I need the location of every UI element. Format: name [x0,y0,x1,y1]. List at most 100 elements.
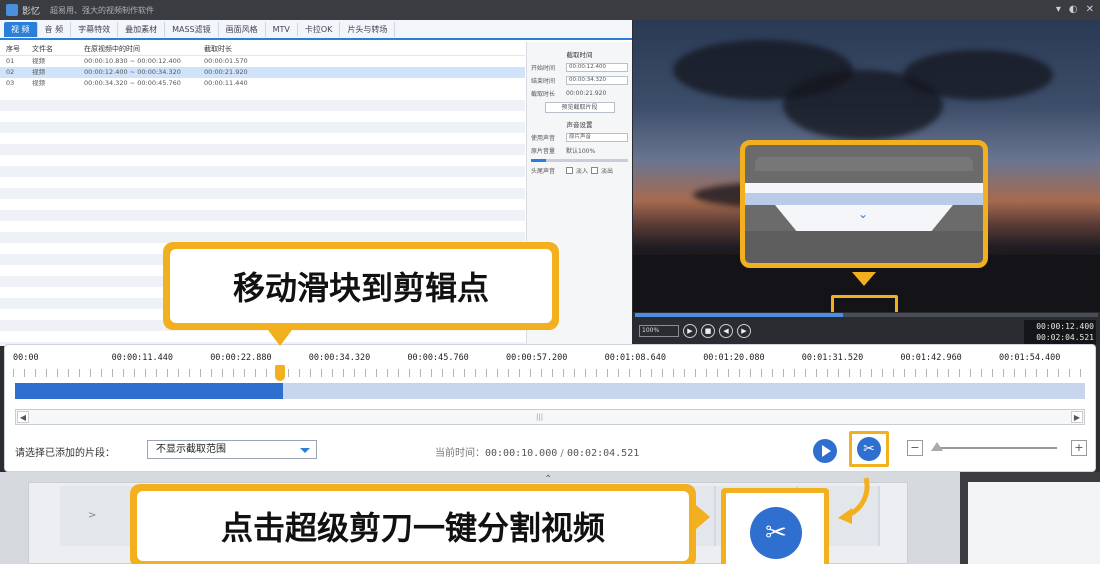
end-time-row: 结束时间 00:00:34.320 [531,76,628,85]
fade-in-label: 淡入 [576,168,589,175]
time-ruler: 00:00 00:00:11.440 00:00:22.880 00:00:34.32… [13,353,1089,379]
window-controls: ▾ ◐ ✕ [1056,3,1094,17]
cell-source-time: 00:00:34.320 ~ 00:00:45.760 [84,79,181,87]
tick-label: 00:00 [13,353,39,363]
super-scissors-button[interactable]: ✂ [849,431,889,467]
duration-value: 00:00:21.920 [566,90,607,97]
inset-toolbar [755,157,973,171]
tab-audio[interactable]: 音 频 [38,21,72,37]
close-icon[interactable]: ✕ [1086,3,1094,17]
callout-box: 移动滑块到剪辑点 [170,249,552,323]
fade-out-label: 淡出 [601,168,614,175]
fade-in-checkbox[interactable] [566,167,573,174]
main-tabs: 视 频 音 频 字幕特效 叠加素材 MASS滤镜 画面风格 MTV 卡拉OK 片… [0,20,632,40]
zoom-out-button[interactable]: − [907,440,923,456]
sound-section-title: 声音设置 [566,121,593,129]
volume-slider[interactable] [531,159,628,162]
stop-icon[interactable]: ■ [701,324,715,338]
sound-row: 使用声音 原片声音 [531,133,628,142]
timeline-slider-knob[interactable] [275,365,285,381]
curved-arrow-icon [838,477,870,524]
tab-style[interactable]: 画面风格 [219,21,266,37]
cell-duration: 00:00:01.570 [204,57,248,65]
current-time-value: 00:00:10.000 [485,448,558,459]
timeline-toolbar: 请选择已添加的片段： 不显示截取范围 当前时间：00:00:10.000 / 0… [15,431,1087,467]
tab-video[interactable]: 视 频 [4,21,38,37]
time-readout: 00:00:12.400 00:02:04.521 [1024,320,1096,344]
cell-filename: 视频 [32,68,45,76]
start-time-row: 开始时间 00:00:12.400 [531,63,628,72]
scissors-icon: ✂ [857,437,881,461]
preview-clip-button[interactable]: 预览截取片段 [544,102,615,113]
scroll-grip-icon[interactable]: ||| [536,413,543,421]
timeline-zoom-slider[interactable] [939,447,1057,449]
play-icon[interactable]: ▶ [683,324,697,338]
app-logo-icon [6,4,18,16]
tab-overlay[interactable]: 叠加素材 [118,21,166,37]
callout-click-cut-text: 点击超级剪刀一键分割视频 [220,509,605,547]
table-row[interactable]: 01 视频 00:00:10.830 ~ 00:00:12.400 00:00:… [0,56,525,67]
title-bar: 影忆 超易用、强大的视频制作软件 ▾ ◐ ✕ [0,0,1100,20]
minimize-icon[interactable]: ▾ [1056,3,1061,17]
zoom-in-button[interactable]: + [1071,440,1087,456]
scroll-left-icon[interactable]: ◀ [17,411,29,423]
horizontal-scrollbar[interactable]: ◀ ||| ▶ [15,409,1085,425]
clip-select-dropdown[interactable]: 不显示截取范围 [147,440,317,459]
header-duration: 截取时长 [204,45,232,53]
tab-filters[interactable]: MASS滤镜 [165,21,219,37]
side-panel [960,472,1100,564]
table-header: 序号 文件名 在原视频中的时间 截取时长 [0,42,525,56]
table-row[interactable]: 03 视频 00:00:34.320 ~ 00:00:45.760 00:00:… [0,78,525,89]
volume-label: 原片音量 [531,148,556,155]
tab-mtv[interactable]: MTV [266,22,298,36]
end-time-field[interactable]: 00:00:34.320 [566,76,628,85]
chevron-right-icon[interactable]: > [88,510,96,521]
prev-frame-icon[interactable]: ◀ [719,324,733,338]
player-controls: 100% ▶ ■ ◀ ▶ 00:00:12.400 00:02:04.521 [633,312,1100,346]
tick-label: 00:00:45.760 [407,353,469,363]
tab-intro-transitions[interactable]: 片头与转场 [340,21,396,37]
side-panel-content [968,482,1100,564]
scissors-zoom-highlight: ✂ [721,488,829,564]
header-source-time: 在原视频中的时间 [84,45,140,53]
clip-select-label: 请选择已添加的片段： [15,448,115,459]
inset-track-white [745,183,983,193]
total-time: 00:02:04.521 [1036,333,1094,342]
total-time-value: 00:02:04.521 [566,448,640,459]
tick-marks [13,369,1089,377]
sound-label: 使用声音 [531,135,556,142]
start-time-label: 开始时间 [531,65,556,72]
callout-box: 点击超级剪刀一键分割视频 [137,491,689,561]
app-name: 影忆 [22,6,41,17]
cell-filename: 视频 [32,57,45,65]
player-progress-fill [635,313,844,317]
time-separator: / [557,448,567,459]
end-time-label: 结束时间 [531,78,556,85]
player-progress[interactable] [635,313,1098,317]
tab-karaoke[interactable]: 卡拉OK [298,21,341,37]
tick-label: 00:01:42.960 [900,353,962,363]
skin-icon[interactable]: ◐ [1069,3,1078,17]
timeline-track[interactable] [15,383,1085,399]
window-title: 超易用、强大的视频制作软件 [50,5,155,15]
trim-section-title: 截取时间 [566,51,593,59]
next-frame-icon[interactable]: ▶ [737,324,751,338]
callout-click-cut: 点击超级剪刀一键分割视频 [130,484,696,564]
tick-label: 00:01:54.400 [999,353,1061,363]
fade-out-checkbox[interactable] [591,167,599,174]
clip-select-value: 不显示截取范围 [156,444,226,455]
sound-select[interactable]: 原片声音 [566,133,628,142]
current-time-display: 当前时间：00:00:10.000 / 00:02:04.521 [435,444,639,459]
tab-subtitles[interactable]: 字幕特效 [71,21,119,37]
duration-row: 截取时长 00:00:21.920 [531,89,628,98]
play-button[interactable] [813,439,837,463]
volume-slider-row [531,159,628,162]
table-row-selected[interactable]: 02 视频 00:00:12.400 ~ 00:00:34.320 00:00:… [0,67,525,78]
zoom-slider-knob[interactable] [931,442,943,451]
fade-row: 头尾声音 淡入 淡出 [531,166,628,175]
tick-label: 00:01:20.080 [703,353,765,363]
tick-label: 00:00:22.880 [210,353,272,363]
start-time-field[interactable]: 00:00:12.400 [566,63,628,72]
scroll-right-icon[interactable]: ▶ [1071,411,1083,423]
zoom-select[interactable]: 100% [639,325,679,337]
